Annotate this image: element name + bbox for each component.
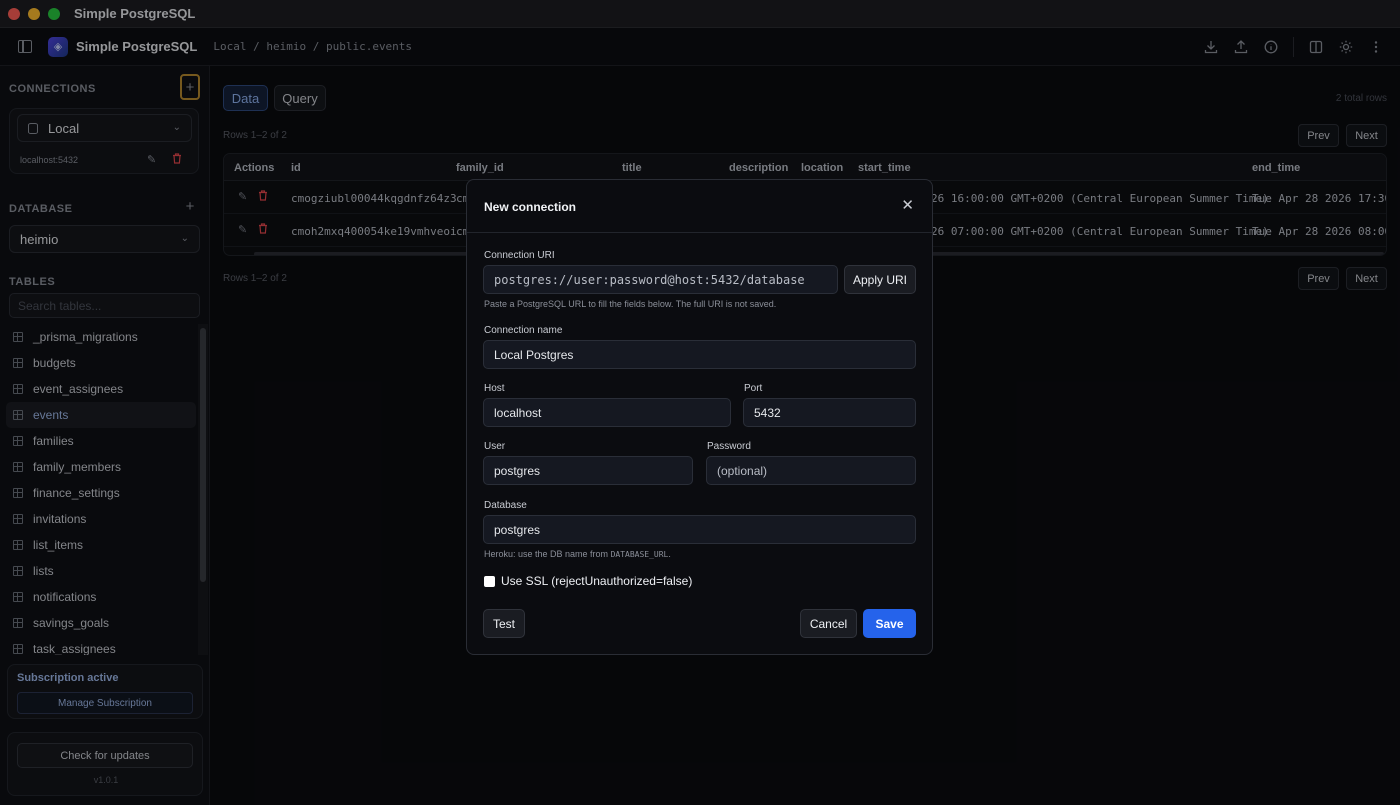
- port-input[interactable]: [743, 398, 916, 427]
- connection-name-input[interactable]: [483, 340, 916, 369]
- database-input[interactable]: [483, 515, 916, 544]
- password-input[interactable]: [706, 456, 916, 485]
- database-hint: Heroku: use the DB name from DATABASE_UR…: [484, 549, 671, 559]
- database-hint-code: DATABASE_URL: [610, 550, 669, 559]
- connection-uri-input[interactable]: [483, 265, 838, 294]
- ssl-checkbox[interactable]: [484, 575, 495, 587]
- user-label: User: [484, 441, 506, 452]
- apply-uri-button[interactable]: Apply URI: [844, 265, 916, 294]
- user-input[interactable]: [483, 456, 693, 485]
- dialog-divider: [467, 232, 932, 233]
- port-label: Port: [744, 383, 763, 394]
- password-label: Password: [707, 441, 751, 452]
- uri-hint: Paste a PostgreSQL URL to fill the field…: [484, 299, 777, 309]
- cancel-button[interactable]: Cancel: [800, 609, 857, 638]
- ssl-label: Use SSL (rejectUnauthorized=false): [501, 574, 693, 588]
- ssl-option[interactable]: Use SSL (rejectUnauthorized=false): [484, 574, 692, 588]
- save-button[interactable]: Save: [863, 609, 916, 638]
- uri-label: Connection URI: [484, 250, 555, 261]
- host-input[interactable]: [483, 398, 731, 427]
- host-label: Host: [484, 383, 505, 394]
- connection-name-label: Connection name: [484, 325, 563, 336]
- database-hint-suffix: .: [668, 549, 671, 559]
- dialog-title: New connection: [484, 200, 577, 214]
- close-icon[interactable]: ✕: [901, 196, 914, 214]
- test-button[interactable]: Test: [483, 609, 525, 638]
- new-connection-dialog: New connection ✕ Connection URI Apply UR…: [466, 179, 933, 655]
- database-hint-text: Heroku: use the DB name from: [484, 549, 611, 559]
- database-label: Database: [484, 500, 527, 511]
